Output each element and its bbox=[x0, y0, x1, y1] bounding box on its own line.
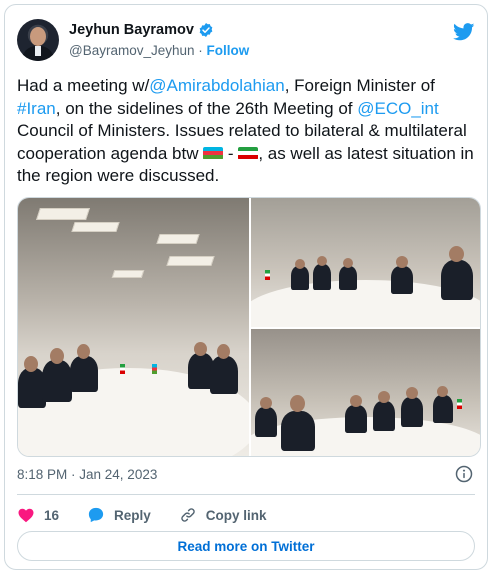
tweet-text-segment: , Foreign Minister of bbox=[284, 76, 435, 95]
flag-stripe bbox=[238, 155, 259, 160]
author-handle[interactable]: @Bayramov_Jeyhun bbox=[69, 43, 195, 58]
media-grid bbox=[17, 197, 481, 457]
avatar[interactable] bbox=[17, 19, 59, 61]
azerbaijan-flag-emoji bbox=[203, 146, 224, 160]
like-count: 16 bbox=[44, 507, 60, 523]
info-icon[interactable] bbox=[455, 465, 473, 483]
copy-link-button[interactable]: Copy link bbox=[179, 506, 267, 524]
meeting-photo-3[interactable] bbox=[251, 329, 480, 456]
mention-amirabdolahian[interactable]: @Amirabdolahian bbox=[149, 76, 284, 95]
reply-label: Reply bbox=[114, 507, 151, 523]
iran-flag-emoji bbox=[238, 146, 259, 160]
flag-separator: - bbox=[223, 143, 239, 163]
link-icon bbox=[181, 508, 195, 522]
twitter-bird-icon[interactable] bbox=[453, 23, 475, 41]
like-button[interactable]: 16 bbox=[17, 506, 59, 524]
mention-eco-int[interactable]: @ECO_int bbox=[357, 99, 439, 118]
tweet-timestamp[interactable]: 8:18 PM · Jan 24, 2023 bbox=[17, 467, 157, 482]
reply-bubble-icon bbox=[88, 507, 104, 523]
meeting-photo-1[interactable] bbox=[18, 198, 249, 456]
tweet-text: Had a meeting w/@Amirabdolahian, Foreign… bbox=[17, 75, 477, 188]
heart-icon bbox=[18, 508, 34, 523]
copy-link-label: Copy link bbox=[205, 507, 267, 523]
tweet-card: Jeyhun Bayramov @Bayramov_Jeyhun · Follo… bbox=[4, 4, 488, 570]
verified-badge-icon bbox=[199, 23, 213, 37]
meeting-photo-2[interactable] bbox=[251, 198, 480, 327]
tweet-header: Jeyhun Bayramov @Bayramov_Jeyhun · Follo… bbox=[17, 19, 475, 63]
action-bar: 16 Reply Copy link bbox=[17, 503, 295, 527]
tweet-text-segment: Had a meeting w/ bbox=[17, 76, 150, 95]
read-more-button[interactable]: Read more on Twitter bbox=[17, 531, 475, 561]
follow-button[interactable]: Follow bbox=[207, 43, 250, 58]
divider bbox=[17, 494, 475, 495]
handle-separator: · bbox=[198, 43, 203, 58]
hashtag-iran[interactable]: #Iran bbox=[17, 99, 56, 118]
author-handle-row: @Bayramov_Jeyhun · Follow bbox=[69, 43, 249, 58]
tweet-text-segment: , on the sidelines of the 26th Meeting o… bbox=[55, 98, 358, 118]
flag-stripe bbox=[203, 155, 224, 160]
reply-button[interactable]: Reply bbox=[87, 506, 151, 524]
author-name[interactable]: Jeyhun Bayramov bbox=[69, 22, 194, 38]
author-name-row: Jeyhun Bayramov bbox=[69, 22, 214, 38]
